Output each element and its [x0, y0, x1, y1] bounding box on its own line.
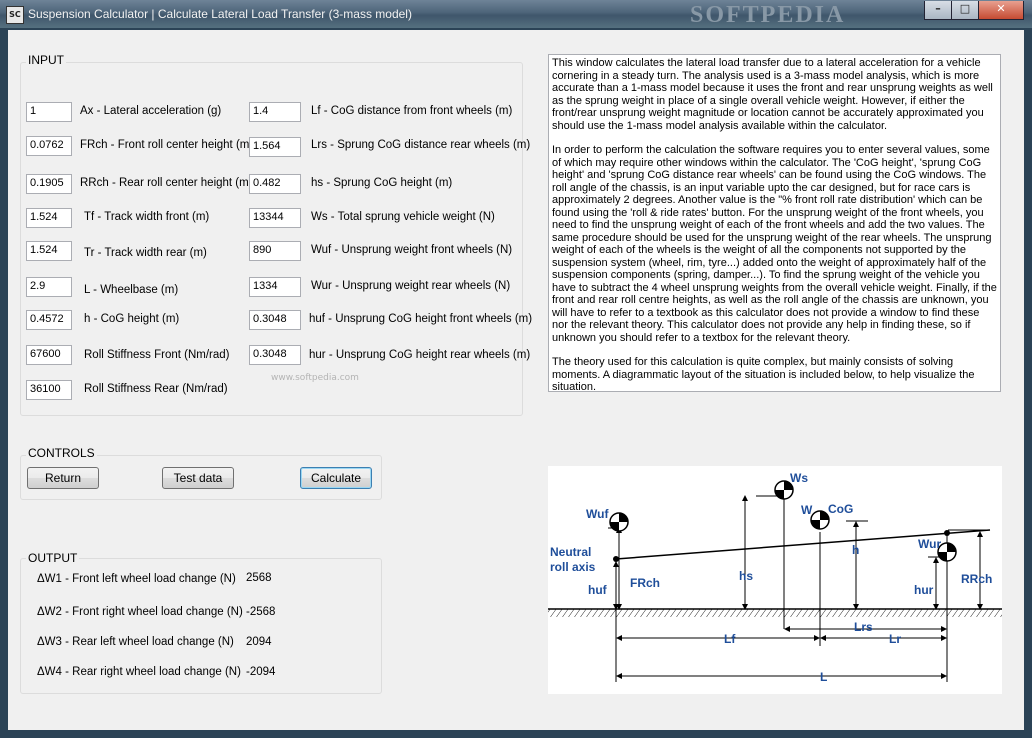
roll-stiffness-rear-input[interactable]: 36100	[26, 380, 72, 400]
cog-height-input[interactable]: 0.4572	[26, 310, 72, 330]
hs-diagram-label: hs	[739, 569, 753, 583]
tf-label: Tf - Track width front (m)	[84, 211, 210, 223]
tr-label: Tr - Track width rear (m)	[84, 247, 207, 259]
w-diagram-label: W	[801, 503, 813, 517]
neutral-label-line2: roll axis	[550, 560, 596, 574]
hur-diagram-label: hur	[914, 583, 934, 597]
output-label-dw1: ΔW1 - Front left wheel load change (N)	[37, 573, 236, 585]
description-textbox[interactable]: This window calculates the lateral load …	[548, 54, 1001, 392]
controls-group-title: CONTROLS	[26, 446, 97, 460]
load-transfer-diagram: Wuf Ws W CoG Wur Neutral roll axis FRch …	[548, 466, 1002, 694]
app-icon: SC	[6, 6, 24, 24]
output-label-dw4: ΔW4 - Rear right wheel load change (N)	[37, 666, 241, 678]
huf-diagram-label: huf	[588, 583, 608, 597]
test-data-button[interactable]: Test data	[162, 467, 234, 489]
watermark-text: SOFTPEDIA	[690, 2, 846, 28]
window-title: Suspension Calculator | Calculate Latera…	[28, 7, 412, 21]
tr-input[interactable]: 1.524	[26, 241, 72, 261]
hs-label: hs - Sprung CoG height (m)	[311, 177, 453, 189]
w-cog-marker	[810, 510, 830, 530]
wuf-label: Wuf - Unsprung weight front wheels (N)	[311, 244, 513, 256]
huf-input[interactable]: 0.3048	[249, 310, 301, 330]
wuf-cog-marker	[609, 512, 629, 532]
huf-label: huf - Unsprung CoG height front wheels (…	[309, 313, 533, 325]
client-area: INPUT 1 Ax - Lateral acceleration (g) 0.…	[8, 30, 1024, 730]
rrch-input[interactable]: 0.1905	[26, 174, 72, 194]
input-group-title: INPUT	[26, 53, 66, 67]
softpedia-watermark: www.softpedia.com	[271, 373, 359, 383]
lf-diagram-label: Lf	[724, 632, 736, 646]
minimize-button[interactable]: –	[924, 1, 952, 20]
wuf-diagram-label: Wuf	[586, 507, 609, 521]
wur-diagram-label: Wur	[918, 537, 941, 551]
cog-diagram-label: CoG	[828, 502, 853, 516]
wheelbase-label: L - Wheelbase (m)	[84, 284, 179, 296]
title-bar[interactable]: SC Suspension Calculator | Calculate Lat…	[0, 0, 1032, 28]
hur-input[interactable]: 0.3048	[249, 345, 301, 365]
frch-label: FRch - Front roll center height (m)	[80, 139, 254, 151]
rrch-diagram-label: RRch	[961, 572, 992, 586]
description-paragraph: The theory used for this calculation is …	[552, 356, 975, 392]
ax-label: Ax - Lateral acceleration (g)	[80, 105, 222, 117]
rrch-label: RRch - Rear roll center height (m)	[80, 177, 253, 189]
wuf-input[interactable]: 890	[249, 241, 301, 261]
ws-diagram-label: Ws	[790, 471, 808, 485]
lrs-input[interactable]: 1.564	[249, 137, 301, 157]
calculate-button[interactable]: Calculate	[300, 467, 372, 489]
ax-input[interactable]: 1	[26, 102, 72, 122]
lf-label: Lf - CoG distance from front wheels (m)	[311, 105, 513, 117]
description-paragraph: In order to perform the calculation the …	[552, 144, 997, 344]
output-label-dw2: ΔW2 - Front right wheel load change (N)	[37, 606, 243, 618]
return-button[interactable]: Return	[27, 467, 99, 489]
hur-label: hur - Unsprung CoG height rear wheels (m…	[309, 349, 531, 361]
wheelbase-input[interactable]: 2.9	[26, 277, 72, 297]
lrs-diagram-label: Lrs	[854, 620, 873, 634]
hs-input[interactable]: 0.482	[249, 174, 301, 194]
cog-height-label: h - CoG height (m)	[84, 313, 180, 325]
output-label-dw3: ΔW3 - Rear left wheel load change (N)	[37, 636, 234, 648]
ws-input[interactable]: 13344	[249, 208, 301, 228]
tf-input[interactable]: 1.524	[26, 208, 72, 228]
roll-stiffness-front-input[interactable]: 67600	[26, 345, 72, 365]
maximize-button[interactable]: □	[951, 1, 979, 20]
output-group-title: OUTPUT	[26, 551, 80, 565]
output-value-dw2: -2568	[246, 606, 276, 618]
roll-stiffness-front-label: Roll Stiffness Front (Nm/rad)	[84, 349, 230, 361]
l-diagram-label: L	[820, 670, 827, 684]
lf-input[interactable]: 1.4	[249, 102, 301, 122]
description-paragraph: This window calculates the lateral load …	[552, 57, 993, 132]
close-button[interactable]: ✕	[978, 1, 1024, 20]
frch-diagram-label: FRch	[630, 576, 660, 590]
wur-input[interactable]: 1334	[249, 277, 301, 297]
lr-diagram-label: Lr	[889, 632, 901, 646]
lrs-label: Lrs - Sprung CoG distance rear wheels (m…	[311, 139, 531, 151]
roll-stiffness-rear-label: Roll Stiffness Rear (Nm/rad)	[84, 383, 228, 395]
output-value-dw3: 2094	[246, 636, 272, 648]
frch-input[interactable]: 0.0762	[26, 136, 72, 156]
diagram-svg: Wuf Ws W CoG Wur Neutral roll axis FRch …	[548, 471, 1002, 684]
ws-label: Ws - Total sprung vehicle weight (N)	[311, 211, 495, 223]
h-diagram-label: h	[852, 543, 859, 557]
neutral-label-line1: Neutral	[550, 545, 591, 559]
output-value-dw1: 2568	[246, 572, 272, 584]
output-value-dw4: -2094	[246, 666, 276, 678]
wur-label: Wur - Unsprung weight rear wheels (N)	[311, 280, 511, 292]
